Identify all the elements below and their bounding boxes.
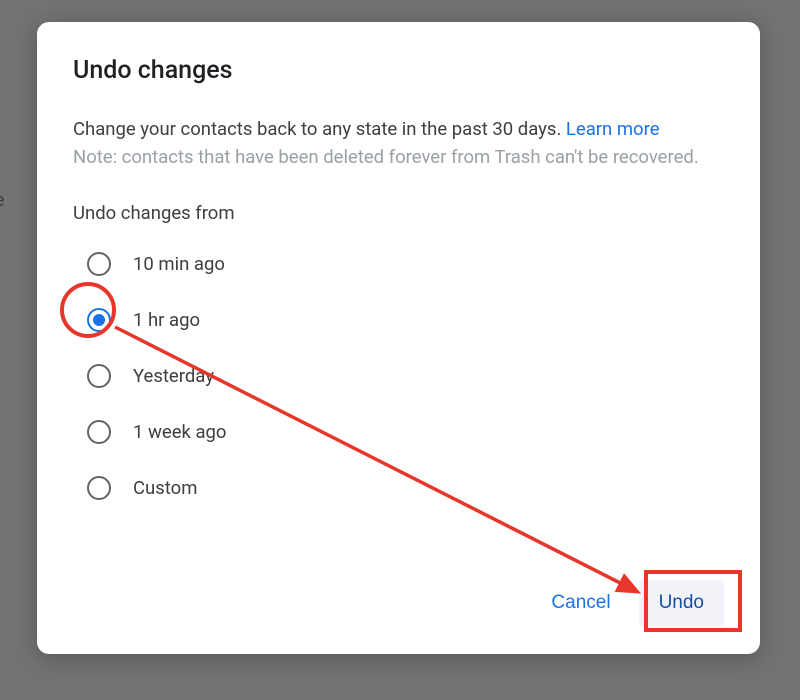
dialog-description-text: Change your contacts back to any state i… (73, 118, 561, 140)
undo-button[interactable]: Undo (639, 580, 724, 626)
radio-group: 10 min ago 1 hr ago Yesterday 1 week ago… (73, 236, 724, 516)
radio-label: 1 hr ago (133, 309, 200, 331)
background-text-fragment: e (0, 190, 5, 211)
radio-icon (87, 420, 111, 444)
radio-label: 10 min ago (133, 253, 225, 275)
dialog-description: Change your contacts back to any state i… (73, 117, 724, 142)
section-label: Undo changes from (73, 202, 724, 224)
radio-icon (87, 364, 111, 388)
dialog-actions: Cancel Undo (73, 580, 724, 626)
radio-icon (87, 308, 111, 332)
radio-label: Custom (133, 477, 197, 499)
radio-label: Yesterday (133, 365, 214, 387)
dialog-title: Undo changes (73, 56, 724, 85)
radio-icon (87, 476, 111, 500)
radio-option-1week[interactable]: 1 week ago (73, 404, 724, 460)
radio-option-10min[interactable]: 10 min ago (73, 236, 724, 292)
radio-option-1hr[interactable]: 1 hr ago (73, 292, 724, 348)
radio-option-yesterday[interactable]: Yesterday (73, 348, 724, 404)
radio-icon (87, 252, 111, 276)
radio-label: 1 week ago (133, 421, 226, 443)
radio-option-custom[interactable]: Custom (73, 460, 724, 516)
learn-more-link[interactable]: Learn more (566, 118, 660, 140)
undo-changes-dialog: Undo changes Change your contacts back t… (37, 22, 760, 654)
cancel-button[interactable]: Cancel (531, 580, 630, 626)
dialog-note: Note: contacts that have been deleted fo… (73, 146, 724, 168)
